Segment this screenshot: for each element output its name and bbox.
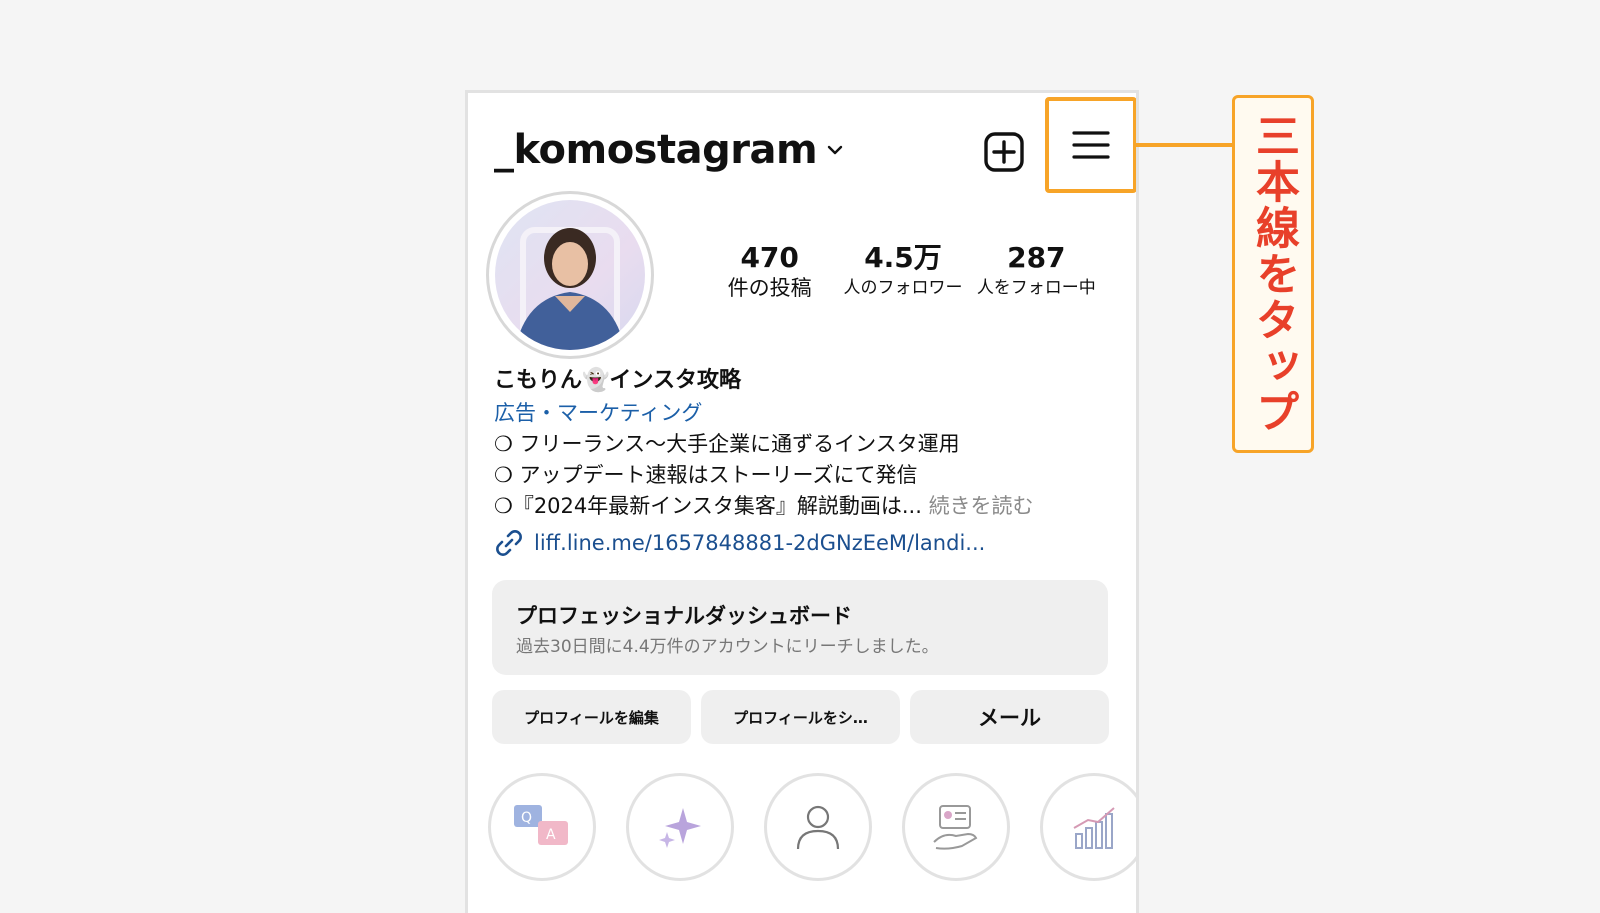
id-card-hand-icon xyxy=(933,805,978,850)
avatar xyxy=(495,200,645,350)
hamburger-menu-button[interactable] xyxy=(1045,97,1136,193)
username: _komostagram xyxy=(494,127,818,173)
highlight-qa[interactable]: Q A xyxy=(488,773,596,881)
following-count[interactable]: 287 人をフォロー中 xyxy=(970,241,1103,301)
edit-profile-button[interactable]: プロフィールを編集 xyxy=(492,690,691,744)
svg-text:Q: Q xyxy=(521,810,532,826)
bio-line-last: ❍『2024年最新インスタ集客』解説動画は... 続きを読む xyxy=(494,491,1114,522)
highlight-card[interactable] xyxy=(902,773,1010,881)
followers-label: 人のフォロワー xyxy=(843,278,963,298)
tap-instruction-callout: 三本線をタップ xyxy=(1232,95,1314,453)
callout-connector-line xyxy=(1133,143,1233,147)
user-icon xyxy=(796,805,840,850)
posts-number: 470 xyxy=(740,241,799,274)
followers-count[interactable]: 4.5万 人のフォロワー xyxy=(836,241,969,301)
profile-stats: 470 件の投稿 4.5万 人のフォロワー 287 人をフォロー中 xyxy=(703,241,1103,301)
highlight-profile[interactable] xyxy=(764,773,872,881)
bio-line: ❍ フリーランス〜大手企業に通ずるインスタ運用 xyxy=(494,432,960,456)
following-number: 287 xyxy=(1007,241,1066,274)
link-url: liff.line.me/1657848881-2dGNzEeM/landi..… xyxy=(534,531,986,555)
followers-number: 4.5万 xyxy=(864,241,942,274)
chevron-down-icon xyxy=(827,145,843,155)
phone-screen: _komostagram 470 件の投稿 4.5万 人のフォロワー 287 人… xyxy=(465,90,1139,913)
share-profile-button[interactable]: プロフィールをシ… xyxy=(701,690,900,744)
growth-chart-icon xyxy=(1073,807,1115,849)
sparkle-icon xyxy=(659,808,701,848)
highlight-growth[interactable] xyxy=(1040,773,1136,881)
posts-label: 件の投稿 xyxy=(727,276,812,300)
category-label[interactable]: 広告・マーケティング xyxy=(494,397,1114,429)
hamburger-menu-icon xyxy=(1072,131,1110,159)
create-post-icon[interactable] xyxy=(983,131,1025,173)
callout-text: 三本線をタップ xyxy=(1248,113,1299,435)
posts-count[interactable]: 470 件の投稿 xyxy=(703,241,836,301)
svg-text:A: A xyxy=(546,827,556,843)
dashboard-title: プロフェッショナルダッシュボード xyxy=(516,604,852,628)
profile-action-buttons: プロフィールを編集 プロフィールをシ… メール xyxy=(492,690,1109,744)
avatar-photo xyxy=(515,227,625,350)
story-highlights: Q A xyxy=(488,773,1136,881)
username-switcher[interactable]: _komostagram xyxy=(494,127,845,173)
profile-avatar[interactable] xyxy=(486,191,654,359)
bio-link[interactable]: liff.line.me/1657848881-2dGNzEeM/landi..… xyxy=(494,528,985,558)
link-icon xyxy=(496,530,522,556)
profile-bio: こもりん👻インスタ攻略 広告・マーケティング ❍ フリーランス〜大手企業に通ずる… xyxy=(494,365,1114,522)
read-more-link[interactable]: 続きを読む xyxy=(929,494,1034,518)
following-label: 人をフォロー中 xyxy=(976,278,1096,298)
highlight-sparkle[interactable] xyxy=(626,773,734,881)
qa-icon: Q A xyxy=(514,805,568,845)
display-name: こもりん👻インスタ攻略 xyxy=(494,368,741,393)
email-button[interactable]: メール xyxy=(910,690,1109,744)
professional-dashboard[interactable]: プロフェッショナルダッシュボード 過去30日間に4.4万件のアカウントにリーチし… xyxy=(492,580,1108,675)
bio-line-text: ❍『2024年最新インスタ集客』解説動画は... xyxy=(494,494,922,518)
dashboard-subtitle: 過去30日間に4.4万件のアカウントにリーチしました。 xyxy=(516,637,939,657)
bio-line: ❍ アップデート速報はストーリーズにて発信 xyxy=(494,463,918,487)
